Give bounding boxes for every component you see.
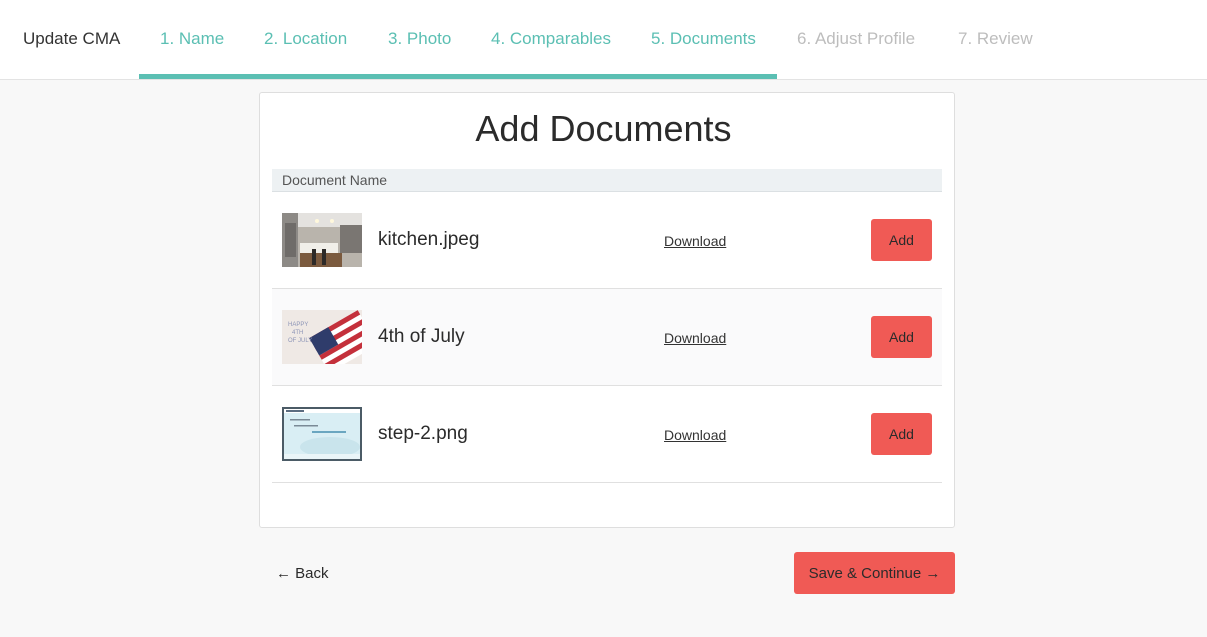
- top-navigation: Update CMA 1. Name 2. Location 3. Photo …: [0, 0, 1207, 80]
- section-heading: Add Documents: [475, 108, 732, 149]
- page-title: Update CMA: [23, 29, 121, 48]
- screenshot-thumbnail-icon: [282, 407, 362, 461]
- column-header-document-name: Document Name: [282, 172, 388, 188]
- document-row: kitchen.jpeg Download Add: [272, 192, 942, 289]
- step-adjust-profile[interactable]: 6. Adjust Profile: [797, 29, 915, 49]
- download-link[interactable]: Download: [664, 330, 726, 346]
- step-review[interactable]: 7. Review: [958, 29, 1033, 49]
- step-documents[interactable]: 5. Documents: [651, 29, 756, 49]
- thumb-caption-line: 4TH: [292, 330, 303, 336]
- document-name: step-2.png: [378, 423, 468, 444]
- save-continue-button[interactable]: Save & Continue →: [794, 552, 955, 594]
- table-header: Document Name: [272, 169, 942, 192]
- document-row: HAPPY 4TH OF JULY 4th of July Download A…: [272, 289, 942, 386]
- step-photo[interactable]: 3. Photo: [388, 29, 451, 49]
- document-name: kitchen.jpeg: [378, 229, 480, 250]
- add-button[interactable]: Add: [871, 219, 932, 261]
- thumb-caption-line: OF JULY: [288, 338, 312, 344]
- thumb-caption-line: HAPPY: [288, 322, 308, 328]
- flag-photo-icon: HAPPY 4TH OF JULY: [282, 310, 362, 364]
- document-row: step-2.png Download Add: [272, 386, 942, 483]
- step-name[interactable]: 1. Name: [160, 29, 224, 49]
- download-link[interactable]: Download: [664, 427, 726, 443]
- progress-bar: [139, 74, 777, 79]
- add-button[interactable]: Add: [871, 316, 932, 358]
- back-button[interactable]: ← Back: [276, 565, 329, 582]
- document-name: 4th of July: [378, 326, 465, 347]
- download-link[interactable]: Download: [664, 233, 726, 249]
- step-comparables[interactable]: 4. Comparables: [491, 29, 611, 49]
- step-location[interactable]: 2. Location: [264, 29, 347, 49]
- add-button[interactable]: Add: [871, 413, 932, 455]
- kitchen-photo-icon: [282, 213, 362, 267]
